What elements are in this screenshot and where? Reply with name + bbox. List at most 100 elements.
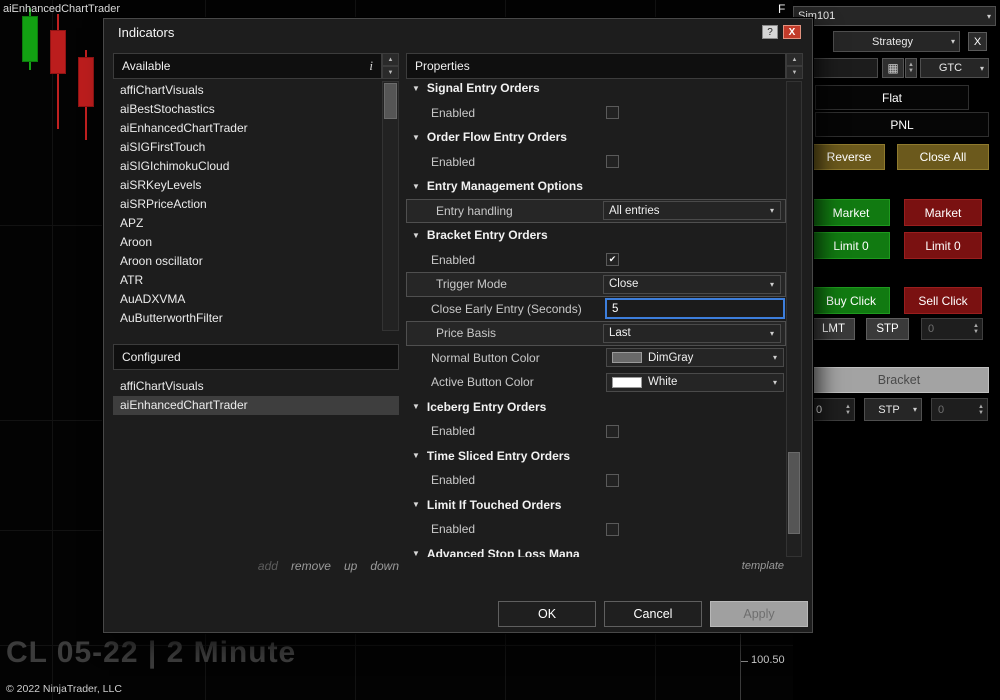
property-value: Last▾ xyxy=(603,324,781,343)
buy-click-button[interactable]: Buy Click xyxy=(812,287,890,314)
dialog-titlebar[interactable]: Indicators xyxy=(104,19,812,46)
available-list-item[interactable]: affiChartVisuals xyxy=(113,81,382,100)
chevron-down-icon: ▾ xyxy=(913,405,917,414)
collapse-triangle-icon[interactable]: ▼ xyxy=(412,133,420,142)
property-label: ▼Bracket Entry Orders xyxy=(406,228,606,242)
available-list-item[interactable]: Aroon xyxy=(113,233,382,252)
enabled-checkbox[interactable] xyxy=(606,106,619,119)
cancel-button[interactable]: Cancel xyxy=(604,601,702,627)
scrollbar-thumb[interactable] xyxy=(384,83,397,119)
property-row: Enabled xyxy=(406,468,786,493)
order-type-selector[interactable]: STP ▾ xyxy=(864,398,922,421)
strategy-close-button[interactable]: X xyxy=(968,32,987,51)
account-label: Sim101 xyxy=(798,10,983,22)
properties-scrollbar[interactable] xyxy=(786,81,802,557)
info-icon[interactable]: i xyxy=(369,58,373,74)
sell-limit-button[interactable]: Limit 0 xyxy=(904,232,982,259)
add-button[interactable]: add xyxy=(258,559,278,573)
configured-list-item[interactable]: affiChartVisuals xyxy=(113,377,399,396)
bracket-button[interactable]: Bracket xyxy=(809,367,989,393)
value-dropdown[interactable]: Last▾ xyxy=(603,324,781,343)
atm-stepper[interactable]: ▲▼ xyxy=(905,58,917,78)
sell-click-button[interactable]: Sell Click xyxy=(904,287,982,314)
collapse-triangle-icon[interactable]: ▼ xyxy=(412,500,420,509)
candlestick-up xyxy=(22,16,38,62)
close-all-button[interactable]: Close All xyxy=(897,144,989,170)
strategy-selector[interactable]: Strategy ▾ xyxy=(833,31,960,52)
sell-market-button[interactable]: Market xyxy=(904,199,982,226)
available-scrollbar[interactable] xyxy=(382,81,399,331)
value-dropdown[interactable]: Close▾ xyxy=(603,275,781,294)
color-dropdown[interactable]: DimGray▾ xyxy=(606,348,784,367)
enabled-checkbox[interactable] xyxy=(606,155,619,168)
stop-qty-stepper[interactable]: 0 ▲▼ xyxy=(921,318,983,340)
buy-limit-button[interactable]: Limit 0 xyxy=(812,232,890,259)
collapse-triangle-icon[interactable]: ▼ xyxy=(412,549,420,557)
property-row: ▼Time Sliced Entry Orders xyxy=(406,444,786,469)
flat-button[interactable]: Flat xyxy=(815,85,969,110)
down-button[interactable]: down xyxy=(370,559,399,573)
value-input[interactable]: 5 xyxy=(606,299,784,318)
available-list-item[interactable]: aiSRKeyLevels xyxy=(113,176,382,195)
secondary-qty-stepper[interactable]: 0 ▲▼ xyxy=(931,398,988,421)
collapse-triangle-icon[interactable]: ▼ xyxy=(412,84,420,93)
account-selector[interactable]: Sim101 ▾ xyxy=(793,6,996,26)
collapse-triangle-icon[interactable]: ▼ xyxy=(412,451,420,460)
available-list-item[interactable]: aiSRPriceAction xyxy=(113,195,382,214)
quantity-stepper[interactable]: 0 ▲▼ xyxy=(809,398,855,421)
scroll-down-icon[interactable]: ▼ xyxy=(382,66,399,79)
buy-market-button[interactable]: Market xyxy=(812,199,890,226)
available-list-item[interactable]: aiSIGFirstTouch xyxy=(113,138,382,157)
available-list-item[interactable]: AuADXVMA xyxy=(113,290,382,309)
enabled-checkbox[interactable]: ✔ xyxy=(606,253,619,266)
available-list-item[interactable]: Aroon oscillator xyxy=(113,252,382,271)
dom-grid-icon[interactable]: ▦ xyxy=(882,58,904,78)
enabled-checkbox[interactable] xyxy=(606,425,619,438)
group-label: Signal Entry Orders xyxy=(427,81,540,95)
available-list-item[interactable]: ATR xyxy=(113,271,382,290)
properties-header: Properties xyxy=(406,53,786,79)
available-list-item[interactable]: AuButterworthFilter xyxy=(113,309,382,328)
available-list: affiChartVisualsaiBestStochasticsaiEnhan… xyxy=(113,81,382,331)
reverse-button[interactable]: Reverse xyxy=(813,144,885,170)
spinner-down-icon[interactable]: ▼ xyxy=(978,410,984,416)
spinner-down-icon[interactable]: ▼ xyxy=(908,68,914,74)
property-label: Active Button Color xyxy=(406,375,606,389)
enabled-checkbox[interactable] xyxy=(606,474,619,487)
stp-button[interactable]: STP xyxy=(866,318,909,340)
configured-list-item[interactable]: aiEnhancedChartTrader xyxy=(113,396,399,415)
collapse-triangle-icon[interactable]: ▼ xyxy=(412,231,420,240)
property-label: Trigger Mode xyxy=(411,277,603,291)
available-list-item[interactable]: APZ xyxy=(113,214,382,233)
lmt-button[interactable]: LMT xyxy=(812,318,855,340)
chevron-down-icon: ▾ xyxy=(767,378,783,387)
scrollbar-thumb[interactable] xyxy=(788,452,800,534)
property-value: White▾ xyxy=(606,373,786,392)
collapse-triangle-icon[interactable]: ▼ xyxy=(412,182,420,191)
scroll-up-icon[interactable]: ▲ xyxy=(382,53,399,66)
ok-button[interactable]: OK xyxy=(498,601,596,627)
remove-button[interactable]: remove xyxy=(291,559,331,573)
collapse-triangle-icon[interactable]: ▼ xyxy=(412,402,420,411)
spinner-down-icon[interactable]: ▼ xyxy=(973,329,979,335)
scroll-down-icon[interactable]: ▼ xyxy=(786,66,803,79)
dropdown-value: Last xyxy=(609,327,764,339)
help-button[interactable]: ? xyxy=(762,25,778,39)
tif-selector[interactable]: GTC ▾ xyxy=(920,58,989,78)
available-list-item[interactable]: aiEnhancedChartTrader xyxy=(113,119,382,138)
property-row: Price BasisLast▾ xyxy=(406,321,786,346)
pnl-button[interactable]: PNL xyxy=(815,112,989,137)
property-value xyxy=(606,155,786,168)
value-dropdown[interactable]: All entries▾ xyxy=(603,201,781,220)
atm-strategy-input[interactable] xyxy=(806,58,878,78)
spinner-down-icon[interactable]: ▼ xyxy=(845,410,851,416)
close-button[interactable]: X xyxy=(783,25,801,39)
secondary-qty-value: 0 xyxy=(938,404,944,416)
scroll-up-icon[interactable]: ▲ xyxy=(786,53,803,66)
enabled-checkbox[interactable] xyxy=(606,523,619,536)
up-button[interactable]: up xyxy=(344,559,357,573)
available-list-item[interactable]: aiSIGIchimokuCloud xyxy=(113,157,382,176)
color-dropdown[interactable]: White▾ xyxy=(606,373,784,392)
template-link[interactable]: template xyxy=(406,560,784,572)
available-list-item[interactable]: aiBestStochastics xyxy=(113,100,382,119)
